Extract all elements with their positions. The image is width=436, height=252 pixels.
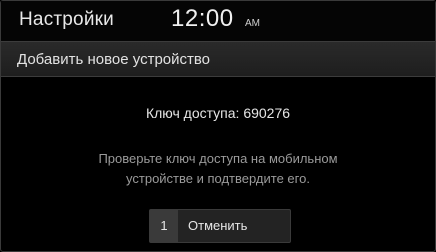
instruction-line-2: устройстве и подтвердите его. (126, 171, 310, 186)
cancel-button-number: 1 (150, 210, 178, 242)
status-bar: Настройки 12:00 AM (1, 1, 435, 41)
instruction-message: Проверьте ключ доступа на мобильном устр… (41, 149, 395, 189)
device-screen: Настройки 12:00 AM Добавить новое устрой… (0, 0, 436, 252)
page-title: Добавить новое устройство (17, 51, 211, 68)
clock-ampm: AM (245, 18, 260, 29)
status-title: Настройки (19, 9, 114, 30)
clock-time: 12:00 (171, 5, 234, 32)
instruction-line-1: Проверьте ключ доступа на мобильном (98, 151, 338, 166)
access-key-text: Ключ доступа: 690276 (145, 105, 291, 121)
header-bar: Добавить новое устройство (1, 41, 435, 77)
cancel-button[interactable]: 1 Отменить (149, 209, 291, 243)
cancel-button-label: Отменить (188, 218, 248, 233)
